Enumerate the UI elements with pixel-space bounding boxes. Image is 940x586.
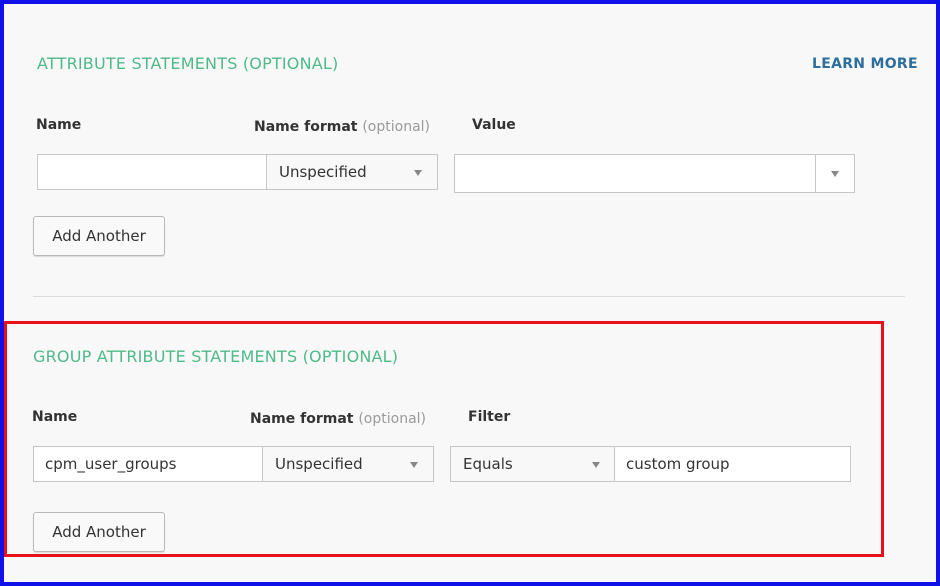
name-column-label: Name — [36, 117, 82, 133]
value-dropdown-divider — [815, 155, 816, 192]
highlight-annotation-box — [4, 321, 884, 557]
learn-more-link[interactable]: LEARN MORE — [812, 56, 918, 72]
name-format-column-label: Name format (optional) — [254, 119, 430, 135]
add-another-attribute-button[interactable]: Add Another — [33, 216, 165, 256]
attribute-statements-title: ATTRIBUTE STATEMENTS (OPTIONAL) — [37, 54, 339, 73]
value-column-label: Value — [472, 117, 516, 133]
optional-hint: (optional) — [362, 119, 431, 135]
attribute-name-format-select[interactable]: Unspecified — [266, 154, 438, 190]
chevron-down-icon — [414, 170, 422, 176]
attribute-name-input[interactable] — [37, 154, 267, 190]
attribute-name-format-value: Unspecified — [279, 163, 367, 181]
attribute-value-combobox[interactable] — [454, 154, 855, 193]
chevron-down-icon[interactable] — [831, 171, 839, 177]
name-format-label-text: Name format — [254, 119, 358, 135]
section-divider — [33, 296, 905, 297]
